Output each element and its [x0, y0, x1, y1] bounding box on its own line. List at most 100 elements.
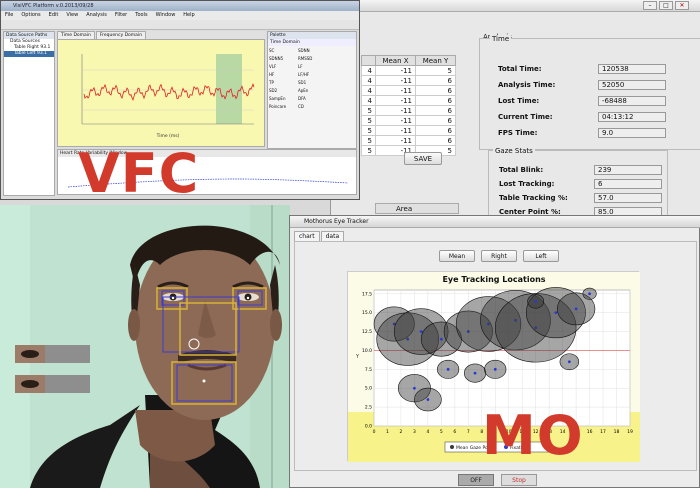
stat-label: Total Blink: — [499, 166, 544, 174]
palette-item[interactable]: Poincare — [269, 103, 298, 111]
x-tick-label: 6 — [453, 429, 456, 435]
tab-data[interactable]: data — [320, 231, 345, 241]
stop-button[interactable]: Stop — [501, 474, 537, 486]
y-tick-label: 0.0 — [365, 424, 372, 430]
x-tick-label: 1 — [386, 429, 389, 435]
maximize-button[interactable]: □ — [659, 1, 673, 10]
palette-item[interactable]: VLF — [269, 63, 298, 71]
x-tick-label: 17 — [600, 429, 606, 435]
close-button[interactable]: ✕ — [675, 1, 689, 10]
palette-item[interactable]: LF/HF — [298, 71, 327, 79]
tab-frequency-domain[interactable]: Frequency Domain — [95, 31, 147, 39]
table-cell: 6 — [415, 95, 456, 106]
vfc-palette-panel: Palette Time Domain SC SDNN SDNN5 RMSSD VLF L… — [267, 31, 357, 149]
x-tick-label: 4 — [426, 429, 429, 435]
table-cell: 5 — [415, 65, 456, 76]
menu-item[interactable]: Edit — [49, 12, 59, 18]
stat-label: Lost Tracking: — [499, 180, 555, 188]
table-row[interactable]: 5 -11 6 — [361, 125, 456, 136]
table-cell: 6 — [415, 105, 456, 116]
y-tick-label: 7.5 — [365, 367, 372, 373]
fixation-point — [439, 337, 443, 341]
menu-item[interactable]: Window — [156, 12, 176, 18]
palette-item[interactable]: RMSSD — [298, 55, 327, 63]
table-row[interactable]: 5 -11 6 — [361, 105, 456, 116]
vfc-menubar: File Options Edit View Analysis Filter Tools Wi… — [1, 11, 359, 20]
time-group-title: Time — [490, 35, 512, 43]
stat-value-field: 57.0 — [594, 193, 662, 203]
table-cell: 4 — [361, 85, 376, 96]
x-tick-label: 0 — [373, 429, 376, 435]
menu-item[interactable]: Analysis — [86, 12, 107, 18]
menu-item[interactable]: Filter — [115, 12, 127, 18]
table-cell: 6 — [415, 135, 456, 146]
table-cell: 4 — [361, 65, 376, 76]
palette-item[interactable]: TP — [269, 79, 298, 87]
table-row[interactable]: 5 -11 6 — [361, 135, 456, 146]
menu-item[interactable]: View — [66, 12, 78, 18]
save-button[interactable]: SAVE — [404, 152, 442, 165]
table-cell: -11 — [375, 125, 416, 136]
x-tick-label: 3 — [413, 429, 416, 435]
menu-item[interactable]: Tools — [135, 12, 147, 18]
off-button[interactable]: OFF — [458, 474, 494, 486]
table-row[interactable]: 4 -11 5 — [361, 65, 456, 76]
vfc-label: VFC — [78, 142, 200, 205]
table-cell: 6 — [415, 125, 456, 136]
palette-item[interactable]: SDNN — [298, 47, 327, 55]
fixation-point — [554, 311, 558, 315]
fixation-point — [446, 367, 450, 371]
x-tick-label: 18 — [614, 429, 620, 435]
vfc-plot-svg: Time (ms) — [81, 54, 255, 139]
palette-section-time: Time Domain — [268, 39, 356, 46]
right-button[interactable]: Right — [481, 250, 517, 262]
vfc-signal-plot: Time (ms) — [57, 39, 265, 147]
webcam-face-image — [0, 205, 290, 488]
palette-item[interactable]: CD — [298, 103, 327, 111]
y-tick-label: 15.0 — [362, 310, 372, 316]
x-tick-label: 2 — [400, 429, 403, 435]
gaze-group-title: Gaze Stats — [493, 147, 535, 155]
y-tick-label: 5.0 — [365, 386, 372, 392]
vfc-tabs: Time Domain Frequency Domain — [57, 31, 265, 39]
palette-item[interactable]: SDNN5 — [269, 55, 298, 63]
table-cell: 5 — [361, 145, 376, 156]
stat-value-field: 04:13:12 — [598, 112, 666, 122]
table-cell: 5 — [361, 105, 376, 116]
fixation-point — [574, 307, 578, 311]
palette-item[interactable]: HF — [269, 71, 298, 79]
palette-item[interactable]: SampEn — [269, 95, 298, 103]
palette-item[interactable]: SD2 — [269, 87, 298, 95]
palette-item[interactable]: DFA — [298, 95, 327, 103]
fixation-point — [493, 367, 497, 371]
table-header-mean-x: Mean X — [375, 55, 416, 66]
table-header-mean-y: Mean Y — [415, 55, 456, 66]
y-tick-label: 12.5 — [362, 329, 372, 335]
stat-value-field: 52050 — [598, 80, 666, 90]
table-cell: 4 — [361, 95, 376, 106]
palette-item[interactable]: LF — [298, 63, 327, 71]
left-button[interactable]: Left — [523, 250, 559, 262]
stat-label: FPS Time: — [498, 129, 538, 137]
analysis-window-titlebar: – □ ✕ — [331, 0, 700, 12]
stat-label: Analysis Time: — [498, 81, 556, 89]
menu-item[interactable]: Help — [183, 12, 194, 18]
palette-item[interactable]: ApEn — [298, 87, 327, 95]
table-row[interactable]: 4 -11 6 — [361, 85, 456, 96]
palette-item[interactable]: SD1 — [298, 79, 327, 87]
palette-item[interactable]: SC — [269, 47, 298, 55]
tab-time-domain[interactable]: Time Domain — [57, 31, 95, 39]
mean-table: Mean X Mean Y 4 -11 5 4 -11 6 4 -11 6 4 -11 6 5 -11 6 5… — [361, 55, 456, 156]
menu-item[interactable]: File — [5, 12, 13, 18]
minimize-button[interactable]: – — [643, 1, 657, 10]
tab-chart[interactable]: chart — [294, 231, 320, 241]
mean-button[interactable]: Mean — [439, 250, 475, 262]
table-cell: -11 — [375, 105, 416, 116]
table-row[interactable]: 4 -11 6 — [361, 95, 456, 106]
vfc-data-source-panel: Data Source Paths Data Sources Table Rig… — [3, 31, 55, 196]
menu-item[interactable]: Options — [21, 12, 40, 18]
tree-item-table-left[interactable]: Table Left 93.1 — [4, 51, 54, 57]
table-row[interactable]: 4 -11 6 — [361, 75, 456, 86]
table-row[interactable]: 5 -11 6 — [361, 115, 456, 126]
table-cell: -11 — [375, 85, 416, 96]
